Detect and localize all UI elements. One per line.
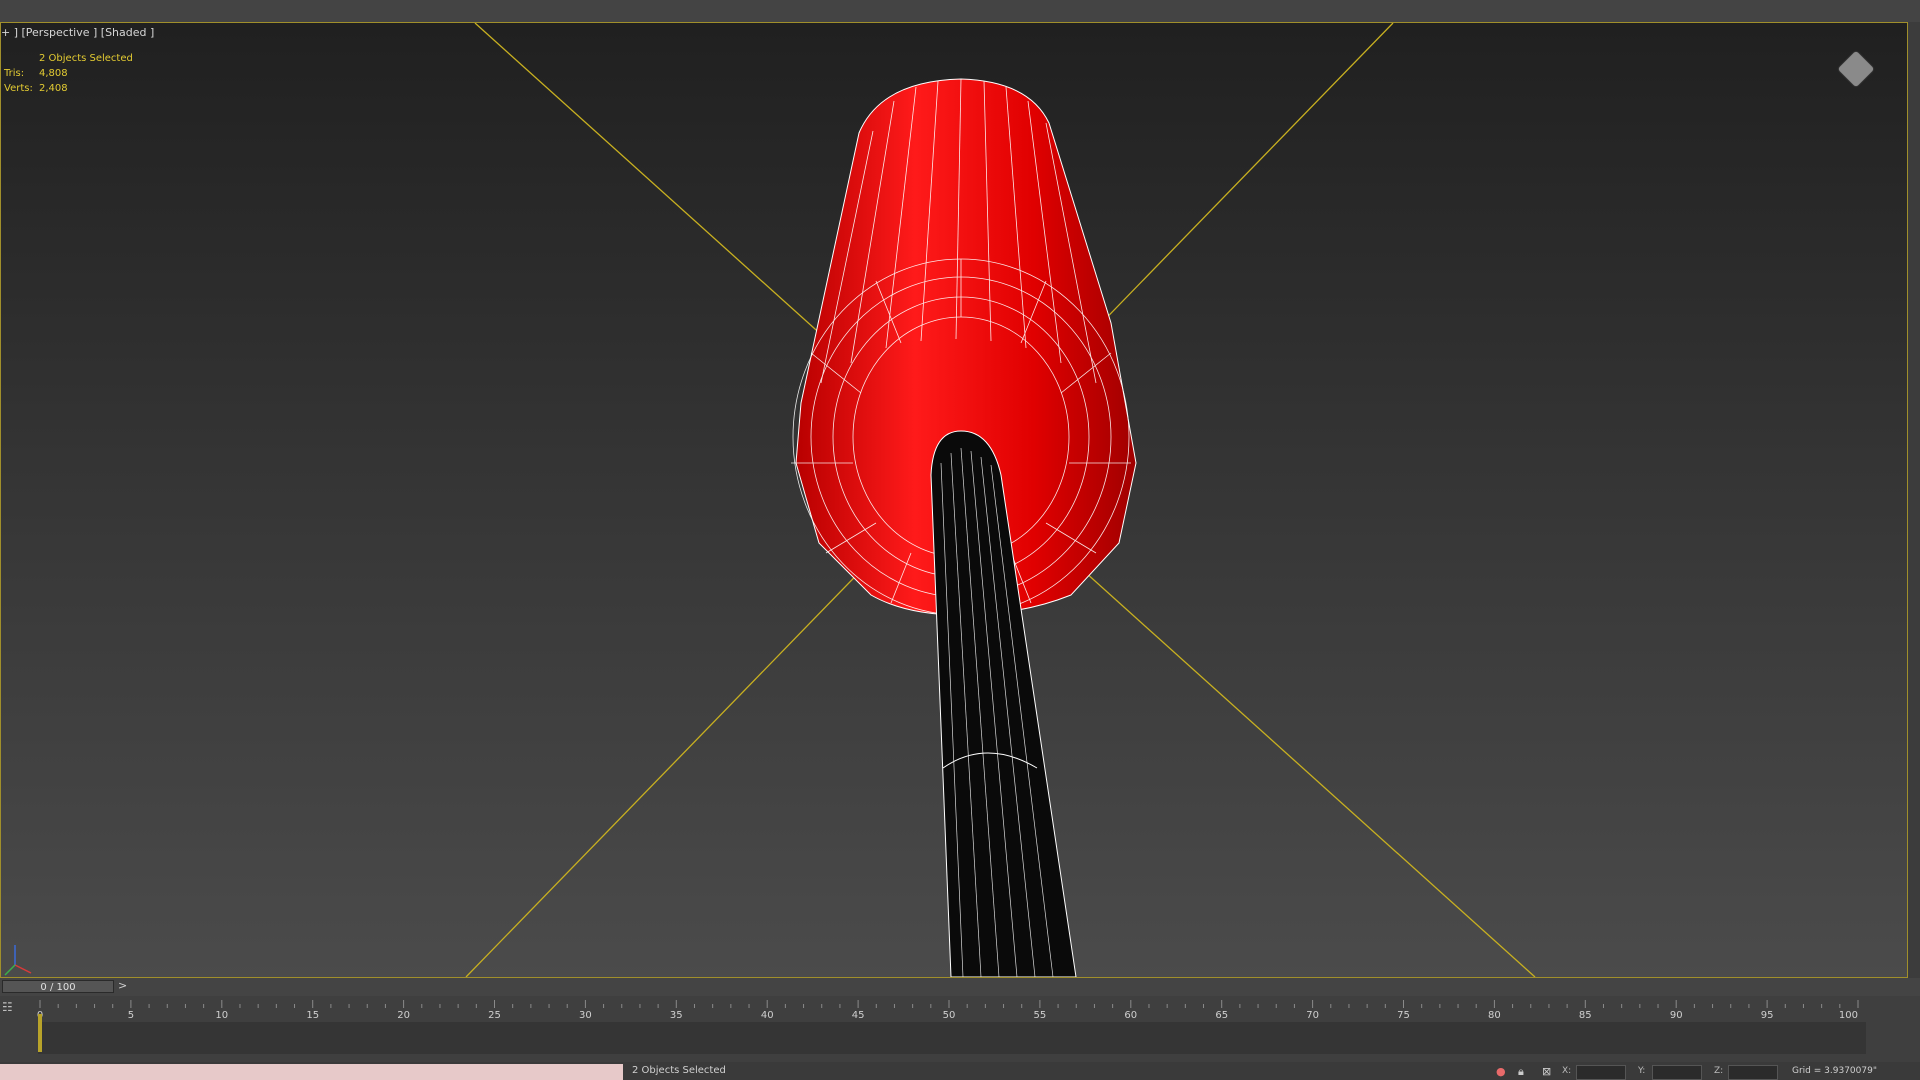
verts-value: 2,408	[39, 83, 68, 94]
frame-tick-label: 10	[215, 1010, 228, 1021]
tris-value: 4,808	[39, 68, 68, 79]
frame-tick-label: 85	[1579, 1010, 1592, 1021]
frame-tick-label: 80	[1488, 1010, 1501, 1021]
viewport-scene[interactable]	[1, 23, 1907, 977]
frame-tick-label: 95	[1761, 1010, 1774, 1021]
frame-tick-label: 40	[761, 1010, 774, 1021]
frame-tick-label: 50	[943, 1010, 956, 1021]
track-key-area[interactable]	[38, 1014, 1866, 1054]
top-toolbar-strip	[0, 0, 1920, 22]
frame-tick-label: 45	[852, 1010, 865, 1021]
maxscript-listener-field[interactable]	[0, 1064, 623, 1080]
z-coord-label: Z:	[1714, 1066, 1724, 1076]
time-slider-bar[interactable]: 0 / 100 >	[0, 978, 1920, 996]
x-coord-field[interactable]	[1576, 1065, 1626, 1080]
track-bar[interactable]: ☷ 05101520253035404550556065707580859095…	[0, 996, 1920, 1062]
frame-tick-label: 100	[1839, 1010, 1858, 1021]
status-bar: 2 Objects Selected ● 🔒︎ ⊠ X: Y: Z: Grid …	[0, 1062, 1920, 1080]
frame-tick-label: 60	[1124, 1010, 1137, 1021]
frame-tick-label: 30	[579, 1010, 592, 1021]
next-frame-button[interactable]: >	[118, 979, 127, 992]
y-coord-label: Y:	[1638, 1066, 1646, 1076]
frame-tick-label: 35	[670, 1010, 683, 1021]
time-slider-thumb[interactable]: 0 / 100	[2, 980, 114, 993]
current-frame-marker	[38, 1014, 42, 1052]
verts-label: Verts:	[4, 83, 33, 94]
xyz-axis-gizmo-icon	[4, 945, 32, 976]
viewport-label-menu[interactable]: + ] [Perspective ] [Shaded ]	[1, 26, 154, 39]
frame-tick-label: 90	[1670, 1010, 1683, 1021]
frame-tick-label: 25	[488, 1010, 501, 1021]
z-coord-field[interactable]	[1728, 1065, 1778, 1080]
frame-tick-label: 70	[1306, 1010, 1319, 1021]
tris-label: Tris:	[4, 68, 25, 79]
command-panel-edge	[1908, 22, 1920, 978]
frame-tick-label: 20	[397, 1010, 410, 1021]
frame-tick-label: 75	[1397, 1010, 1410, 1021]
perspective-viewport[interactable]: + ] [Perspective ] [Shaded ] 2 Objects S…	[0, 22, 1908, 978]
y-coord-field[interactable]	[1652, 1065, 1702, 1080]
x-coord-label: X:	[1562, 1066, 1572, 1076]
frame-tick-label: 65	[1215, 1010, 1228, 1021]
isolate-selection-icon[interactable]: ●	[1496, 1065, 1506, 1078]
status-prompt-text: 2 Objects Selected	[632, 1065, 726, 1076]
selection-lock-icon[interactable]: 🔒︎	[1518, 1065, 1524, 1079]
absolute-mode-icon[interactable]: ⊠	[1542, 1065, 1551, 1078]
frame-ruler: 0510152025303540455055606570758085909510…	[37, 1000, 1859, 1021]
grid-size-readout: Grid = 3.9370079"	[1792, 1066, 1877, 1076]
frame-tick-label: 55	[1034, 1010, 1047, 1021]
frame-tick-label: 5	[128, 1010, 134, 1021]
selection-count-stat: 2 Objects Selected	[39, 53, 133, 64]
frame-tick-label: 15	[306, 1010, 319, 1021]
